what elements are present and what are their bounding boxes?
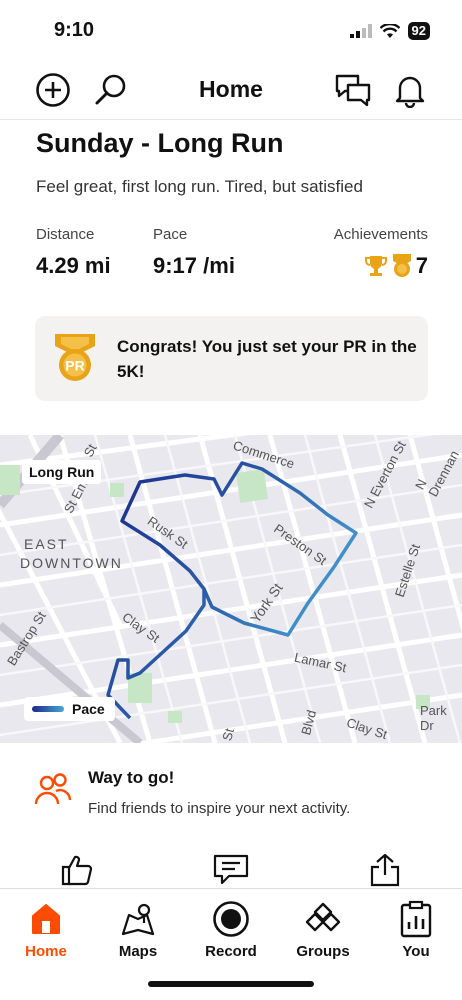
tab-home[interactable]: Home — [0, 899, 92, 960]
legend-label: Pace — [72, 701, 105, 717]
share-icon[interactable] — [367, 852, 403, 888]
pr-badge-text: PR — [65, 358, 84, 374]
trophy-icon — [364, 256, 387, 276]
status-time: 9:10 — [54, 19, 95, 41]
map-label-east: EAST — [24, 536, 69, 552]
tab-home-label: Home — [25, 943, 67, 960]
medal-icon — [392, 254, 411, 277]
map-activity-badge: Long Run — [22, 460, 102, 484]
bell-icon[interactable] — [390, 70, 430, 110]
pace-legend: Pace — [24, 697, 115, 721]
tab-groups[interactable]: Groups — [277, 899, 369, 960]
pace-value: 9:17 /mi — [153, 253, 235, 278]
thumbs-up-icon[interactable] — [59, 852, 95, 888]
achievements-label: Achievements — [333, 226, 428, 243]
suggestion-title: Way to go! — [88, 768, 175, 787]
distance-value: 4.29 mi — [36, 253, 111, 278]
achievements[interactable]: 7 — [364, 253, 428, 279]
tab-groups-label: Groups — [296, 943, 350, 960]
tab-maps[interactable]: Maps — [92, 899, 184, 960]
tab-maps-label: Maps — [118, 943, 158, 960]
tab-you-label: You — [402, 943, 430, 960]
map-label-park: Park Dr — [420, 703, 447, 733]
pr-message: Congrats! You just set your PR in the 5K… — [117, 337, 417, 381]
achievements-count: 7 — [415, 253, 428, 278]
wifi-icon — [379, 23, 400, 38]
map-label-downtown: DOWNTOWN — [20, 555, 123, 571]
friends-icon — [34, 772, 72, 811]
tab-you[interactable]: You — [370, 899, 462, 960]
activity-title[interactable]: Sunday - Long Run — [36, 128, 283, 159]
home-indicator — [148, 981, 314, 987]
suggestion-subtitle[interactable]: Find friends to inspire your next activi… — [88, 800, 350, 817]
groups-icon — [277, 899, 369, 939]
distance-label: Distance — [36, 226, 95, 243]
signal-icon — [349, 24, 372, 38]
record-icon — [185, 899, 277, 939]
you-icon — [370, 899, 462, 939]
status-bar: 9:10 92 — [0, 0, 462, 62]
maps-icon — [92, 899, 184, 939]
pr-card[interactable]: PR Congrats! You just set your PR in the… — [35, 316, 428, 401]
status-icons: 92 — [349, 22, 430, 40]
pace-gradient — [32, 706, 64, 712]
activity-description: Feel great, first long run. Tired, but s… — [36, 177, 363, 196]
battery-indicator: 92 — [407, 22, 430, 40]
home-icon — [0, 899, 92, 939]
pr-medal-icon: PR — [51, 332, 99, 389]
chat-icon[interactable] — [333, 70, 373, 110]
pace-label: Pace — [153, 226, 188, 243]
tab-record-label: Record — [205, 943, 257, 960]
top-header: Home — [0, 62, 462, 120]
comment-icon[interactable] — [213, 852, 249, 888]
tab-record[interactable]: Record — [185, 899, 277, 960]
